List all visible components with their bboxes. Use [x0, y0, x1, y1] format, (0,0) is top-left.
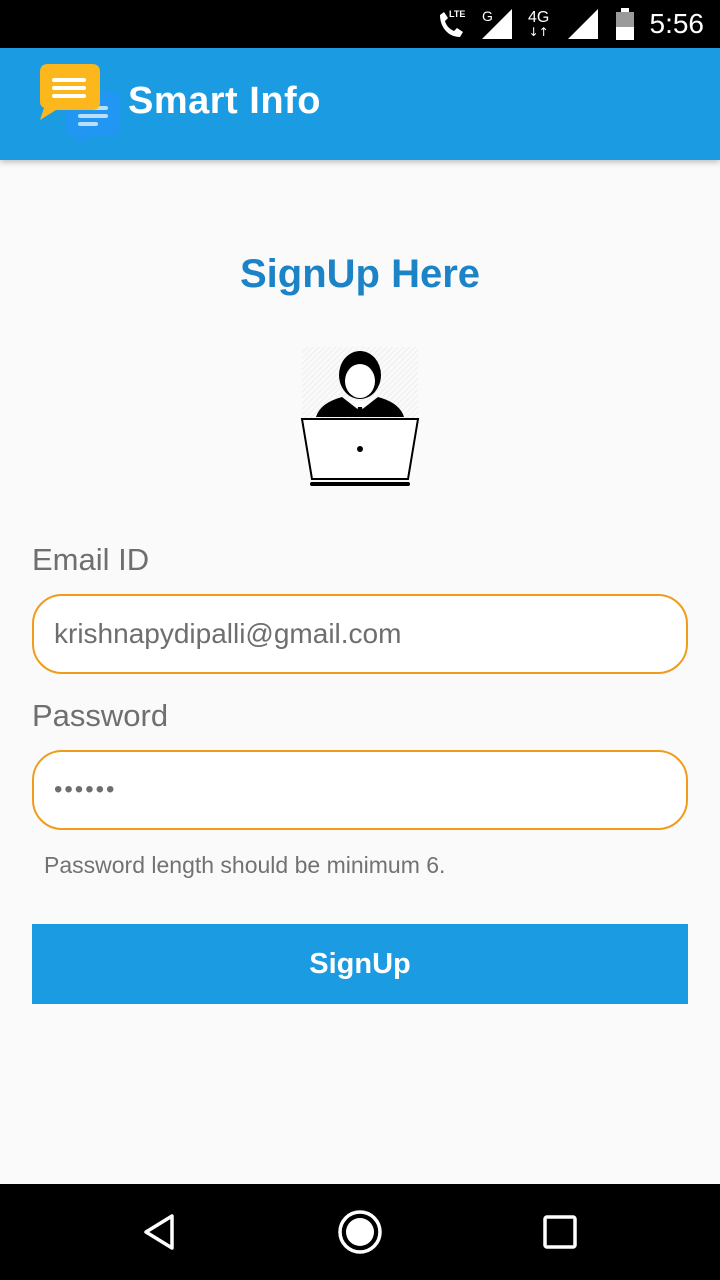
password-label: Password: [32, 698, 169, 733]
chat-bubbles-icon: [36, 62, 124, 146]
network-type-g: G: [482, 8, 493, 24]
password-hint: Password length should be minimum 6.: [44, 852, 446, 878]
page-title: SignUp Here: [239, 252, 481, 296]
password-field[interactable]: ••••••: [32, 750, 688, 830]
data-indicator: 4G ↓↑: [528, 0, 549, 48]
battery-icon: [614, 0, 636, 48]
email-field[interactable]: [32, 594, 688, 674]
network-type-label: G: [482, 0, 493, 40]
phone-lte-icon: LTE: [436, 0, 468, 48]
signup-button-label: SignUp: [309, 947, 411, 980]
signal-icon: [568, 0, 600, 48]
user-laptop-icon: [298, 345, 422, 490]
status-time: 5:56: [649, 8, 705, 39]
network-type-4g: 4G: [528, 9, 550, 26]
data-arrows-icon: ↓↑: [528, 25, 549, 39]
signup-button[interactable]: SignUp: [32, 924, 688, 1004]
nav-bar: [0, 1184, 720, 1280]
back-icon[interactable]: [130, 1202, 190, 1262]
app-title: Smart Info: [128, 80, 321, 122]
email-label: Email ID: [32, 542, 150, 577]
password-masked-value: ••••••: [54, 776, 117, 803]
home-icon[interactable]: [330, 1202, 390, 1262]
status-bar: LTE G 4G ↓↑ 5:56: [0, 0, 720, 48]
recents-icon[interactable]: [530, 1202, 590, 1262]
call-badge-text: LTE: [449, 9, 465, 19]
